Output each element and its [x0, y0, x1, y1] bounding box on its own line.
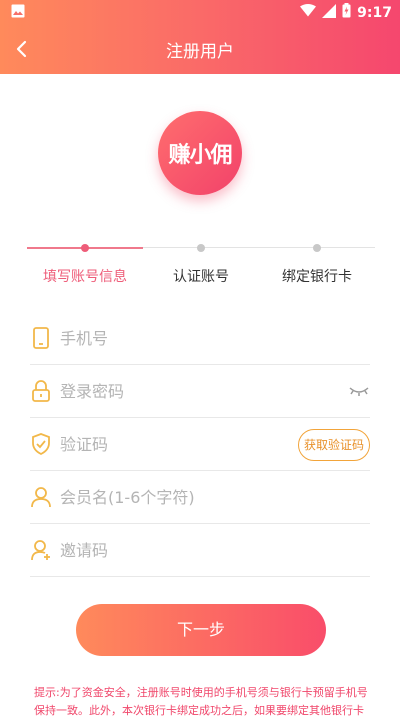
- user-add-icon: [30, 538, 52, 562]
- next-step-button[interactable]: 下一步: [76, 604, 326, 656]
- verification-code-input[interactable]: [60, 432, 300, 456]
- get-code-button[interactable]: 获取验证码: [298, 429, 370, 461]
- verification-code-field: 获取验证码: [30, 418, 370, 471]
- eye-closed-icon[interactable]: [348, 383, 370, 399]
- invite-code-input[interactable]: [60, 538, 300, 562]
- step-label-account-info: 填写账号信息: [43, 269, 127, 285]
- step-label-bind-bank-card: 绑定银行卡: [282, 269, 352, 285]
- logo-text: 赚小佣: [168, 143, 232, 168]
- shield-check-icon: [30, 432, 52, 456]
- battery-icon: [342, 3, 351, 22]
- app-logo: 赚小佣: [158, 111, 242, 195]
- step-dot-1: [81, 244, 89, 252]
- member-name-field: [30, 471, 370, 524]
- security-tip: 提示:为了资金安全，注册账号时使用的手机号须与银行卡预留手机号保持一致。此外，本…: [34, 686, 368, 717]
- wifi-icon: [300, 4, 317, 21]
- signal-icon: [322, 3, 337, 22]
- status-time: 9:17: [357, 4, 392, 21]
- phone-input[interactable]: [60, 326, 300, 350]
- password-input[interactable]: [60, 379, 300, 403]
- password-field: [30, 365, 370, 418]
- user-icon: [30, 485, 52, 509]
- phone-field: [30, 312, 370, 365]
- app-bar: 注册用户: [0, 24, 400, 74]
- gallery-notification-icon: [11, 4, 25, 22]
- invite-code-field: [30, 524, 370, 577]
- phone-icon: [30, 326, 52, 350]
- status-bar: 9:17: [0, 0, 400, 24]
- step-dot-2: [197, 244, 205, 252]
- lock-icon: [30, 379, 52, 403]
- step-dot-3: [313, 244, 321, 252]
- page-title: 注册用户: [166, 42, 234, 62]
- member-name-input[interactable]: [60, 485, 300, 509]
- step-label-verify-account: 认证账号: [173, 269, 229, 285]
